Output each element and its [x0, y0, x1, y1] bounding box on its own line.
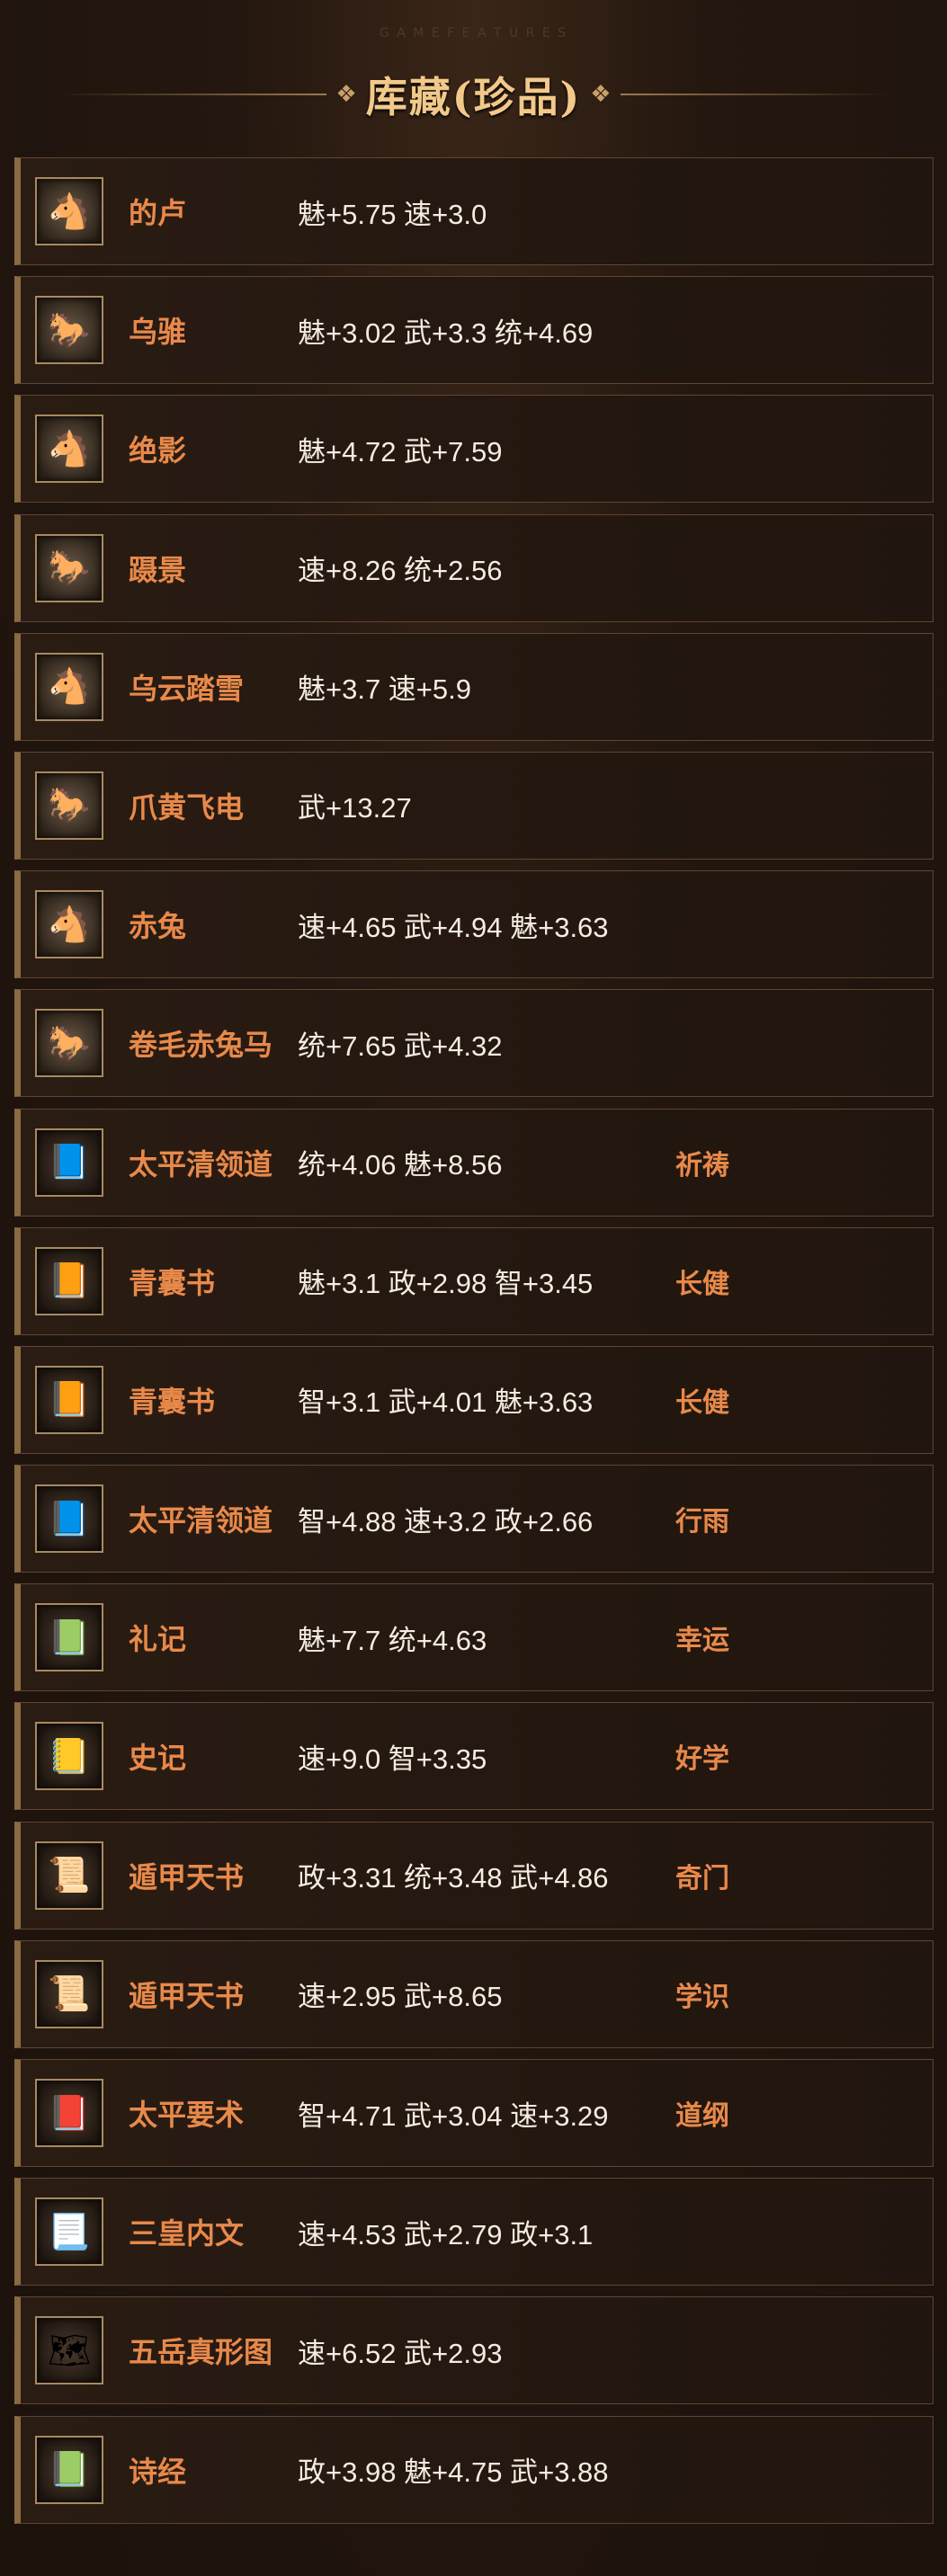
- treasure-row[interactable]: 🗺 五岳真形图 速+6.52 武+2.93: [14, 2296, 934, 2405]
- treasure-row[interactable]: 🐎 蹑景 速+8.26 统+2.56: [14, 513, 934, 622]
- item-name: 青囊书: [129, 1384, 216, 1419]
- treasure-row[interactable]: 📒 史记 速+9.0 智+3.35 好学: [14, 1702, 934, 1811]
- horse-icon: 🐴: [35, 177, 103, 245]
- book-icon: 📕: [35, 2079, 103, 2147]
- item-name: 卷毛赤兔马: [129, 1028, 273, 1063]
- item-stats: 速+9.0 智+3.35: [298, 1743, 487, 1775]
- item-name: 诗经: [129, 2454, 187, 2489]
- item-name: 爪黄飞电: [129, 789, 245, 824]
- header-divider-left: [57, 94, 327, 95]
- treasure-row[interactable]: 📘 太平清领道 智+4.88 速+3.2 政+2.66 行雨: [14, 1465, 934, 1573]
- item-stats: 速+8.26 统+2.56: [298, 555, 503, 587]
- item-stats: 魅+5.75 速+3.0: [298, 198, 487, 230]
- treasure-row[interactable]: 📜 遁甲天书 政+3.31 统+3.48 武+4.86 奇门: [14, 1821, 934, 1930]
- treasure-row[interactable]: 🐴 赤兔 速+4.65 武+4.94 魅+3.63: [14, 870, 934, 979]
- book-icon: 📗: [35, 2435, 103, 2504]
- treasure-row[interactable]: 🐎 乌骓 魅+3.02 武+3.3 统+4.69: [14, 276, 934, 385]
- treasure-row[interactable]: 🐴 乌云踏雪 魅+3.7 速+5.9: [14, 632, 934, 741]
- item-stats: 速+2.95 武+8.65: [298, 1981, 503, 2013]
- item-name: 遁甲天书: [129, 1859, 245, 1894]
- book-icon: 📘: [35, 1128, 103, 1197]
- item-stats: 统+4.06 魅+8.56: [298, 1149, 503, 1181]
- item-stats: 魅+3.02 武+3.3 统+4.69: [298, 316, 594, 349]
- book-icon: 📙: [35, 1365, 103, 1434]
- item-name: 太平清领道: [129, 1503, 273, 1538]
- item-name: 三皇内文: [129, 2216, 245, 2251]
- item-stats: 武+13.27: [298, 792, 412, 824]
- horse-icon: 🐴: [35, 414, 103, 484]
- item-skill: 长健: [675, 1386, 729, 1419]
- item-skill: 长健: [675, 1268, 729, 1300]
- item-name: 史记: [129, 1741, 187, 1776]
- item-name: 五岳真形图: [129, 2335, 273, 2370]
- horse-icon: 🐎: [35, 771, 103, 840]
- section-header: ❖ 库藏(珍品) ❖: [0, 54, 947, 135]
- item-stats: 政+3.31 统+3.48 武+4.86: [298, 1862, 609, 1894]
- item-stats: 魅+3.1 政+2.98 智+3.45: [298, 1268, 594, 1300]
- treasure-row[interactable]: 📗 礼记 魅+7.7 统+4.63 幸运: [14, 1583, 934, 1692]
- item-name: 遁甲天书: [129, 1978, 245, 2013]
- item-stats: 魅+3.7 速+5.9: [298, 673, 472, 706]
- item-name: 乌骓: [129, 315, 187, 350]
- item-skill: 幸运: [675, 1625, 729, 1657]
- treasure-row[interactable]: 📘 太平清领道 统+4.06 魅+8.56 祈祷: [14, 1108, 934, 1217]
- horse-icon: 🐎: [35, 1009, 103, 1078]
- item-stats: 速+4.65 武+4.94 魅+3.63: [298, 911, 609, 943]
- item-name: 乌云踏雪: [129, 671, 245, 706]
- book-icon: 📒: [35, 1722, 103, 1791]
- item-skill: 好学: [675, 1743, 729, 1776]
- treasure-list: 🐴 的卢 魅+5.75 速+3.0 🐎 乌骓 魅+3.02 武+3.3 统+4.69 🐴 绝影…: [14, 157, 934, 2535]
- item-name: 绝影: [129, 433, 187, 468]
- book-icon: 📘: [35, 1484, 103, 1554]
- item-stats: 速+4.53 武+2.79 政+3.1: [298, 2218, 594, 2251]
- treasure-row[interactable]: 📙 青囊书 魅+3.1 政+2.98 智+3.45 长健: [14, 1226, 934, 1335]
- treasure-row[interactable]: 📗 诗经 政+3.98 魅+4.75 武+3.88: [14, 2415, 934, 2524]
- page-title: 库藏(珍品): [365, 73, 582, 121]
- item-stats: 智+4.88 速+3.2 政+2.66: [298, 1505, 594, 1538]
- horse-icon: 🐎: [35, 533, 103, 602]
- item-stats: 速+6.52 武+2.93: [298, 2337, 503, 2369]
- item-name: 蹑景: [129, 552, 187, 587]
- horse-icon: 🐎: [35, 296, 103, 365]
- item-stats: 魅+7.7 统+4.63: [298, 1624, 487, 1656]
- item-skill: 道纲: [675, 2100, 729, 2132]
- book-icon: 📙: [35, 1246, 103, 1315]
- scroll-icon: 🗺: [35, 2316, 103, 2385]
- item-stats: 智+4.71 武+3.04 速+3.29: [298, 2099, 609, 2132]
- horse-icon: 🐴: [35, 652, 103, 721]
- item-skill: 奇门: [675, 1862, 729, 1894]
- header-watermark: G A M E F E A T U R E S: [379, 26, 568, 40]
- book-icon: 📜: [35, 1841, 103, 1910]
- treasure-row[interactable]: 📜 遁甲天书 速+2.95 武+8.65 学识: [14, 1939, 934, 2048]
- treasure-row[interactable]: 🐴 绝影 魅+4.72 武+7.59: [14, 395, 934, 504]
- item-skill: 祈祷: [675, 1149, 729, 1181]
- scroll-icon: 📃: [35, 2197, 103, 2267]
- item-name: 太平清领道: [129, 1146, 273, 1181]
- item-name: 太平要术: [129, 2098, 245, 2132]
- horse-icon: 🐴: [35, 890, 103, 959]
- item-name: 青囊书: [129, 1265, 216, 1300]
- treasure-row[interactable]: 📃 三皇内文 速+4.53 武+2.79 政+3.1: [14, 2178, 934, 2286]
- book-icon: 📗: [35, 1603, 103, 1672]
- book-icon: 📜: [35, 1959, 103, 2028]
- item-stats: 魅+4.72 武+7.59: [298, 435, 503, 468]
- treasure-row[interactable]: 🐎 卷毛赤兔马 统+7.65 武+4.32: [14, 989, 934, 1098]
- treasure-row[interactable]: 🐴 的卢 魅+5.75 速+3.0: [14, 157, 934, 265]
- item-skill: 行雨: [675, 1506, 729, 1538]
- item-skill: 学识: [675, 1981, 729, 2013]
- item-name: 礼记: [129, 1622, 187, 1657]
- header-divider-right: [620, 94, 890, 95]
- ornament-left-icon: ❖: [335, 81, 357, 108]
- item-name: 赤兔: [129, 909, 187, 944]
- item-stats: 政+3.98 魅+4.75 武+3.88: [298, 2456, 609, 2489]
- treasure-row[interactable]: 🐎 爪黄飞电 武+13.27: [14, 751, 934, 860]
- ornament-right-icon: ❖: [590, 81, 612, 108]
- item-name: 的卢: [129, 196, 187, 230]
- treasure-row[interactable]: 📙 青囊书 智+3.1 武+4.01 魅+3.63 长健: [14, 1345, 934, 1454]
- item-stats: 智+3.1 武+4.01 魅+3.63: [298, 1386, 594, 1419]
- treasure-row[interactable]: 📕 太平要术 智+4.71 武+3.04 速+3.29 道纲: [14, 2059, 934, 2167]
- item-stats: 统+7.65 武+4.32: [298, 1030, 503, 1062]
